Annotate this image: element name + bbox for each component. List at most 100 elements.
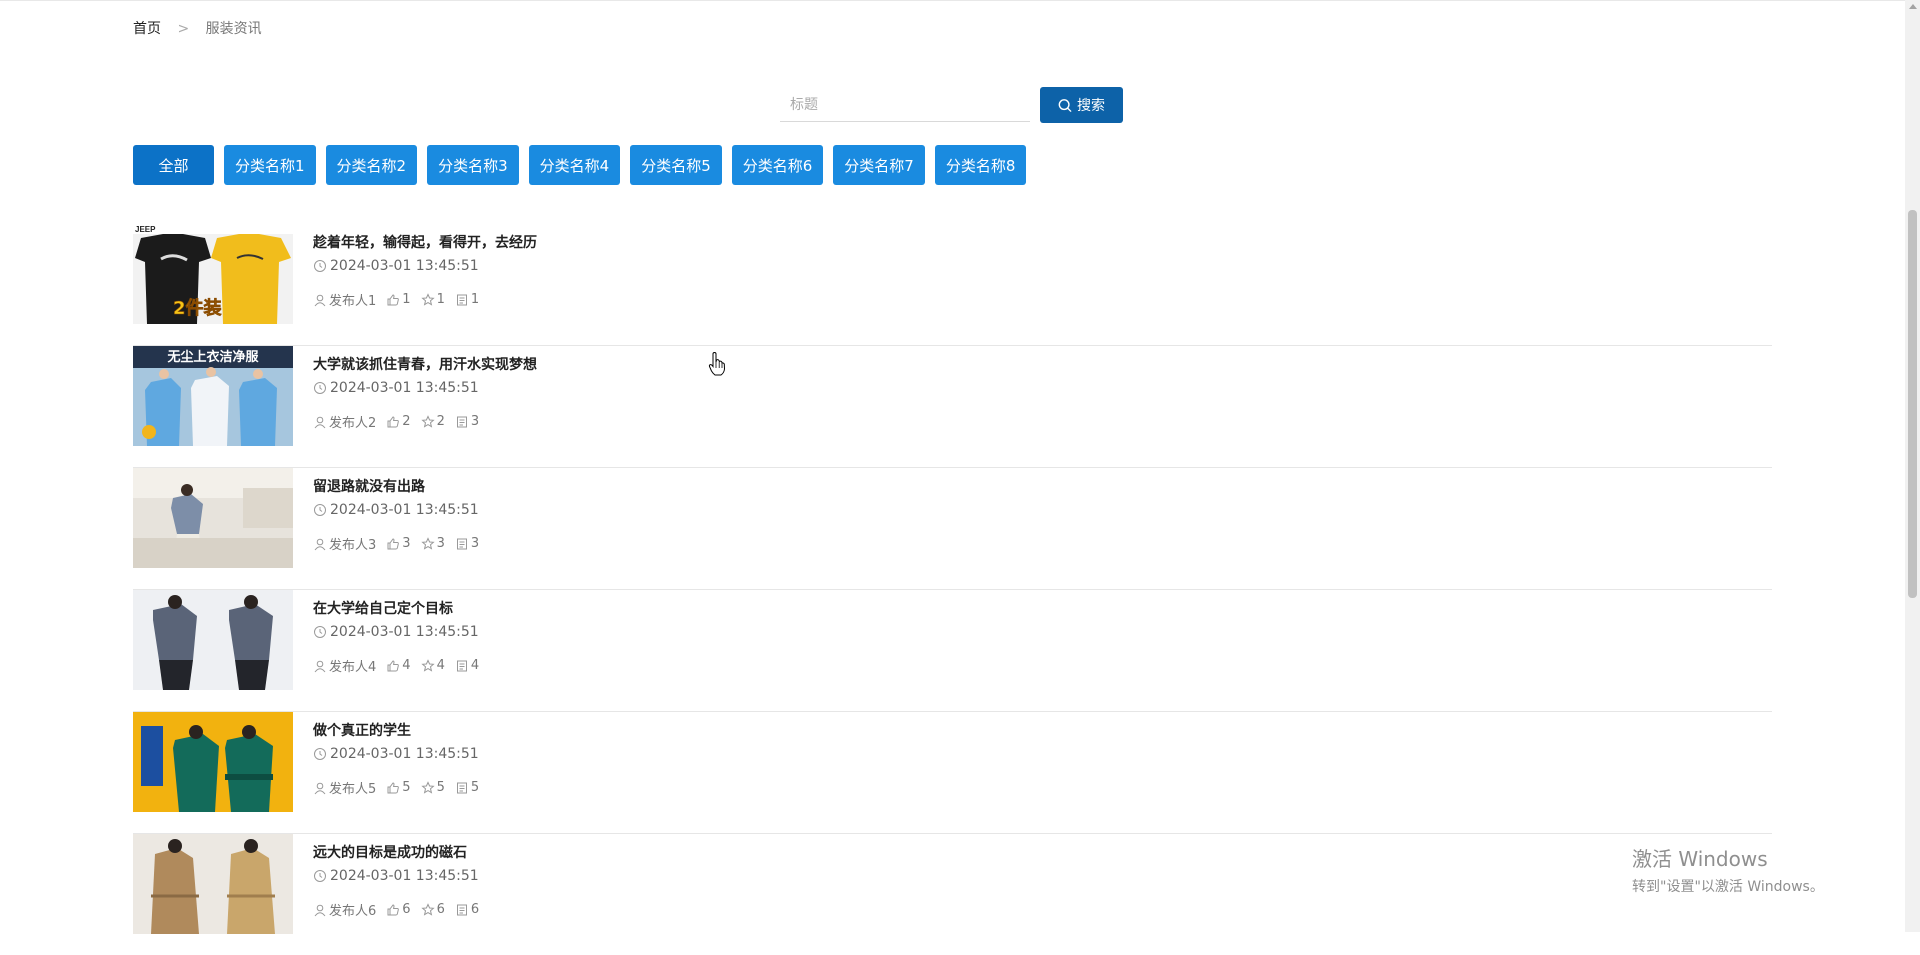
star-icon xyxy=(420,292,435,307)
category-5-button[interactable]: 分类名称5 xyxy=(630,145,722,185)
thumbs-up-icon xyxy=(386,537,400,551)
user-icon xyxy=(313,659,327,673)
watermark-subtitle: 转到"设置"以激活 Windows。 xyxy=(1632,879,1824,895)
article-time: 2024-03-01 13:45:51 xyxy=(313,624,479,640)
search-icon xyxy=(1058,98,1072,112)
article-comments: 6 xyxy=(470,902,480,917)
scroll-up-arrow-icon[interactable] xyxy=(1909,4,1917,9)
article-meta: 发布人5 5 5 5 xyxy=(313,778,489,797)
article-likes: 3 xyxy=(402,536,411,551)
star-icon xyxy=(420,414,435,429)
search-button-label: 搜索 xyxy=(1077,98,1105,114)
clock-icon xyxy=(313,503,327,517)
star-icon xyxy=(420,780,435,795)
category-8-button[interactable]: 分类名称8 xyxy=(934,145,1027,185)
article-author: 发布人1 xyxy=(329,294,377,309)
article-comments: 1 xyxy=(470,292,480,307)
breadcrumb-home-link[interactable]: 首页 xyxy=(133,21,161,37)
thumbs-up-icon xyxy=(386,903,400,917)
breadcrumb: 首页 > 服装资讯 xyxy=(133,18,262,38)
article-thumbnail[interactable] xyxy=(133,834,293,934)
clock-icon xyxy=(313,381,327,395)
article-item[interactable]: 远大的目标是成功的磁石 2024-03-01 13:45:51 发布人6 6 6… xyxy=(133,834,1772,955)
article-meta: 发布人1 1 1 1 xyxy=(313,290,489,309)
article-title[interactable]: 留退路就没有出路 xyxy=(313,476,425,496)
article-likes: 4 xyxy=(402,658,411,673)
article-title[interactable]: 远大的目标是成功的磁石 xyxy=(313,842,467,862)
vertical-scrollbar[interactable] xyxy=(1905,0,1920,932)
article-favorites: 2 xyxy=(436,414,445,429)
article-author: 发布人3 xyxy=(329,538,377,553)
article-likes: 5 xyxy=(402,780,411,795)
star-icon xyxy=(420,902,435,917)
article-item[interactable]: 留退路就没有出路 2024-03-01 13:45:51 发布人3 3 3 3 xyxy=(133,468,1772,590)
category-1-button[interactable]: 分类名称1 xyxy=(224,145,316,185)
article-item[interactable]: 在大学给自己定个目标 2024-03-01 13:45:51 发布人4 4 4 … xyxy=(133,590,1772,712)
article-time-text: 2024-03-01 13:45:51 xyxy=(330,380,479,396)
article-thumbnail[interactable] xyxy=(133,468,293,568)
article-list: JEEP 2件装 趁着年轻，输得起，看得开，去经历 2024-03-01 13:… xyxy=(133,224,1772,955)
thumbs-up-icon xyxy=(386,781,400,795)
category-filter-bar: 全部 分类名称1 分类名称2 分类名称3 分类名称4 分类名称5 分类名称6 分… xyxy=(133,145,1027,185)
article-likes: 6 xyxy=(402,902,411,917)
article-author: 发布人2 xyxy=(329,416,377,431)
thumbnail-caption: 2件装 xyxy=(173,297,222,319)
article-time-text: 2024-03-01 13:45:51 xyxy=(330,258,479,274)
thumbs-up-icon xyxy=(386,415,400,429)
title-search-input[interactable] xyxy=(780,88,1030,122)
article-item[interactable]: 做个真正的学生 2024-03-01 13:45:51 发布人5 5 5 5 xyxy=(133,712,1772,834)
user-icon xyxy=(313,781,327,795)
article-title[interactable]: 在大学给自己定个目标 xyxy=(313,598,453,618)
scrollbar-thumb[interactable] xyxy=(1908,210,1917,598)
watermark-title: 激活 Windows xyxy=(1632,847,1768,871)
clock-icon xyxy=(313,747,327,761)
user-icon xyxy=(313,293,327,307)
svg-text:JEEP: JEEP xyxy=(135,225,156,234)
star-icon xyxy=(420,658,435,673)
category-7-button[interactable]: 分类名称7 xyxy=(833,145,925,185)
article-meta: 发布人4 4 4 4 xyxy=(313,656,489,675)
article-favorites: 3 xyxy=(436,536,445,551)
article-title[interactable]: 趁着年轻，输得起，看得开，去经历 xyxy=(313,232,537,252)
article-comments: 3 xyxy=(470,414,480,429)
clock-icon xyxy=(313,259,327,273)
article-author: 发布人6 xyxy=(329,904,377,919)
article-likes: 1 xyxy=(402,292,411,307)
comment-icon xyxy=(455,415,469,429)
article-favorites: 4 xyxy=(436,658,445,673)
article-title[interactable]: 做个真正的学生 xyxy=(313,720,411,740)
article-time-text: 2024-03-01 13:45:51 xyxy=(330,502,479,518)
article-meta: 发布人2 2 2 3 xyxy=(313,412,489,431)
comment-icon xyxy=(455,781,469,795)
article-item[interactable]: JEEP 2件装 趁着年轻，输得起，看得开，去经历 2024-03-01 13:… xyxy=(133,224,1772,346)
article-thumbnail[interactable]: JEEP 2件装 xyxy=(133,224,293,324)
breadcrumb-separator: > xyxy=(177,21,190,37)
thumbnail-caption: 无尘上衣洁净服 xyxy=(166,349,259,365)
article-time-text: 2024-03-01 13:45:51 xyxy=(330,868,479,884)
user-icon xyxy=(313,415,327,429)
article-favorites: 6 xyxy=(436,902,445,917)
thumbs-up-icon xyxy=(386,293,400,307)
article-item[interactable]: 无尘上衣洁净服 大学就该抓住青春，用汗水实现梦想 2024-03-01 13:4… xyxy=(133,346,1772,468)
hand-cursor-icon xyxy=(708,351,726,380)
clock-icon xyxy=(313,625,327,639)
article-time: 2024-03-01 13:45:51 xyxy=(313,502,479,518)
article-favorites: 1 xyxy=(436,292,445,307)
article-time: 2024-03-01 13:45:51 xyxy=(313,380,479,396)
clock-icon xyxy=(313,869,327,883)
article-meta: 发布人6 6 6 6 xyxy=(313,900,489,919)
comment-icon xyxy=(455,537,469,551)
article-thumbnail[interactable] xyxy=(133,590,293,690)
article-likes: 2 xyxy=(402,414,411,429)
category-all-button[interactable]: 全部 xyxy=(133,145,214,185)
article-title[interactable]: 大学就该抓住青春，用汗水实现梦想 xyxy=(313,354,537,374)
article-thumbnail[interactable] xyxy=(133,712,293,812)
article-thumbnail[interactable]: 无尘上衣洁净服 xyxy=(133,346,293,446)
category-6-button[interactable]: 分类名称6 xyxy=(731,145,824,185)
search-button[interactable]: 搜索 xyxy=(1040,87,1123,123)
article-time: 2024-03-01 13:45:51 xyxy=(313,868,479,884)
category-3-button[interactable]: 分类名称3 xyxy=(427,145,519,185)
category-4-button[interactable]: 分类名称4 xyxy=(528,145,621,185)
category-2-button[interactable]: 分类名称2 xyxy=(325,145,418,185)
article-time-text: 2024-03-01 13:45:51 xyxy=(330,624,479,640)
